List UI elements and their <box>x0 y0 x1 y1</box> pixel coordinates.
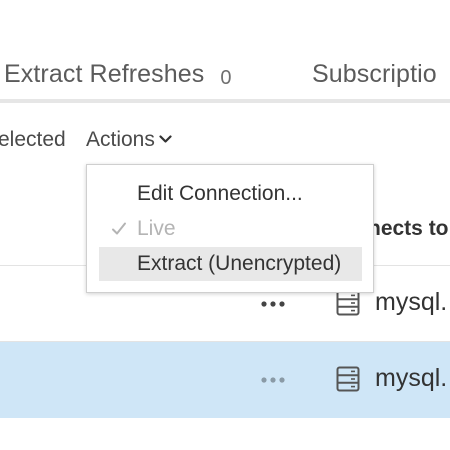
actions-button[interactable]: Actions <box>86 128 172 152</box>
column-header-connects-to[interactable]: nects to <box>368 217 449 241</box>
tab-subscriptions-label: Subscriptio <box>312 60 437 88</box>
more-options-icon[interactable] <box>258 294 290 314</box>
table-row-selected[interactable]: mysql. <box>0 342 450 418</box>
selection-count-text: elected <box>0 128 66 151</box>
database-icon <box>336 366 360 392</box>
actions-button-label: Actions <box>86 128 155 151</box>
tab-bar: Extract Refreshes 0 Subscriptio <box>0 0 450 104</box>
menu-item-edit-connection[interactable]: Edit Connection... <box>99 177 362 211</box>
tab-bar-underline <box>0 99 450 103</box>
tab-extract-refreshes-count: 0 <box>220 67 232 89</box>
menu-item-label: Edit Connection... <box>137 182 303 205</box>
tab-extract-refreshes-label: Extract Refreshes <box>4 60 205 88</box>
database-icon <box>336 290 360 316</box>
tab-subscriptions[interactable]: Subscriptio <box>312 60 437 89</box>
menu-item-label: Extract (Unencrypted) <box>137 252 342 275</box>
more-options-icon[interactable] <box>258 370 290 390</box>
actions-menu: Edit Connection... Live Extract (Unencry… <box>86 164 374 293</box>
connection-name[interactable]: mysql. <box>375 288 447 317</box>
tab-extract-refreshes[interactable]: Extract Refreshes 0 <box>4 60 232 89</box>
connection-name[interactable]: mysql. <box>375 364 447 393</box>
chevron-down-icon <box>159 135 172 143</box>
menu-item-extract-unencrypted[interactable]: Extract (Unencrypted) <box>99 247 362 281</box>
connections-page: Extract Refreshes 0 Subscriptio elected A… <box>0 0 450 450</box>
check-icon <box>112 222 126 235</box>
menu-item-live: Live <box>99 212 362 246</box>
menu-item-label: Live <box>137 217 176 240</box>
